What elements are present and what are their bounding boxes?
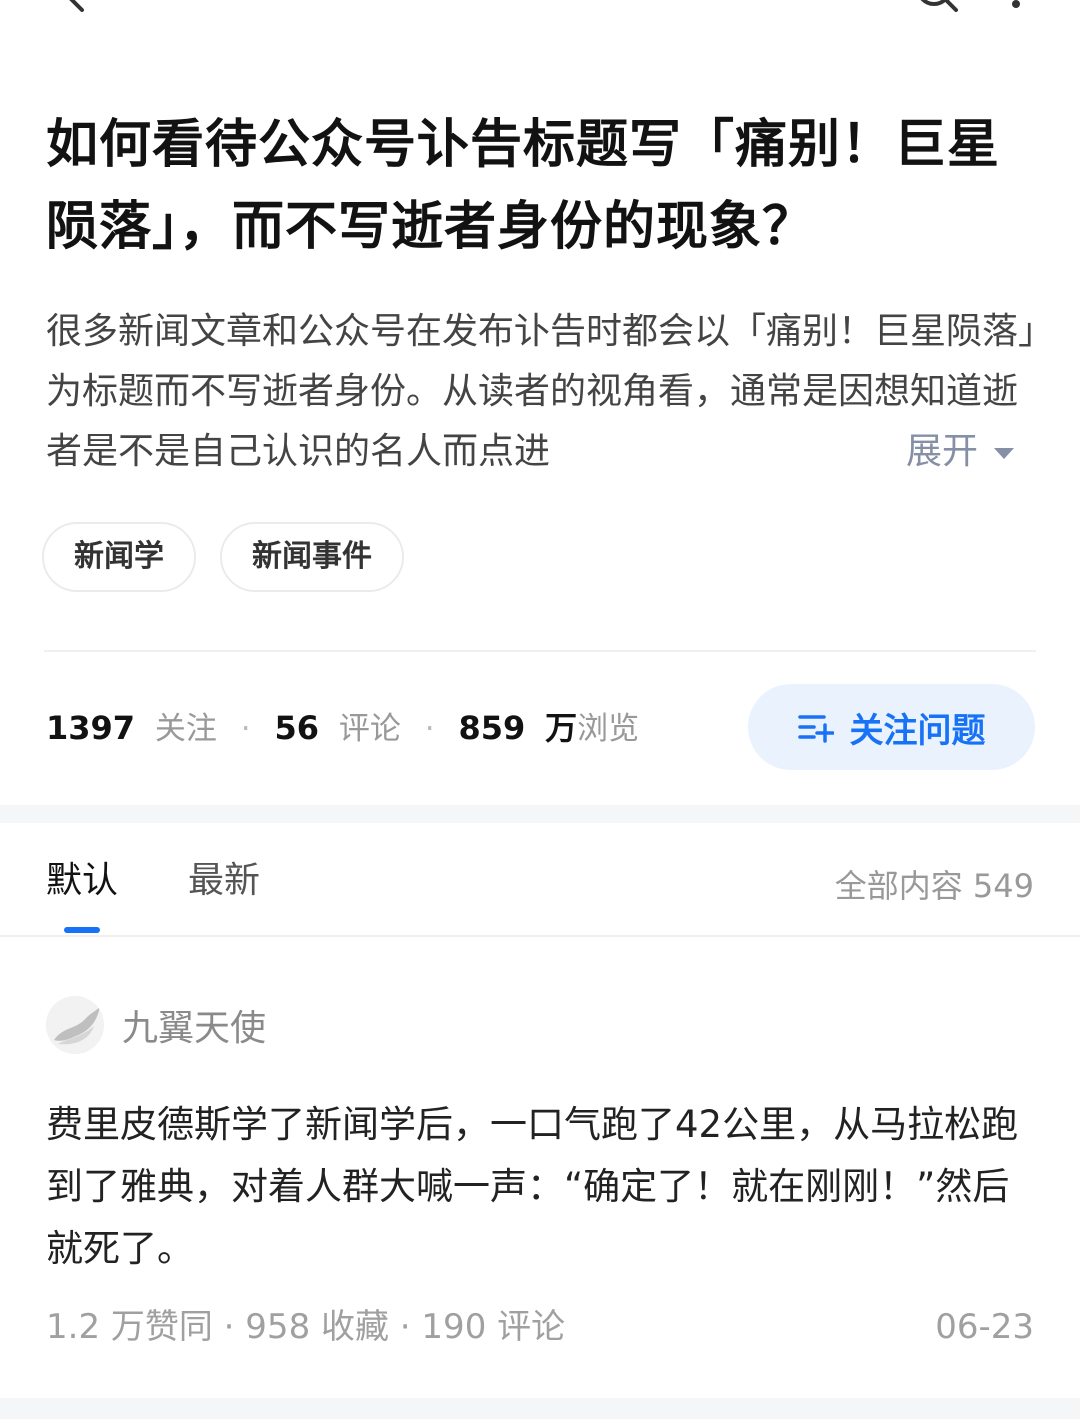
add-list-icon: [797, 715, 834, 743]
comments-label[interactable]: 评论: [339, 711, 401, 747]
tag-news-events[interactable]: 新闻事件: [220, 522, 404, 592]
answer-meta: 1.2 万赞同 · 958 收藏 · 190 评论: [46, 1307, 566, 1347]
section-separator: [0, 1398, 1080, 1419]
views-count: 859: [458, 709, 526, 747]
topic-tags: 新闻学 新闻事件: [42, 522, 404, 592]
search-icon[interactable]: [912, 0, 962, 14]
caret-down-icon: [994, 447, 1015, 459]
answer-sort-tabs: 默认 最新 全部内容 549: [0, 823, 1080, 937]
top-bar: [0, 0, 1080, 40]
separator-dot: ·: [240, 711, 251, 747]
comments-count: 56: [274, 709, 320, 747]
divider: [44, 650, 1036, 652]
answer-date: 06-23: [935, 1307, 1034, 1347]
expand-button[interactable]: 展开: [906, 422, 1015, 482]
tab-latest[interactable]: 最新: [188, 859, 260, 903]
expand-label: 展开: [906, 431, 979, 472]
back-arrow-icon[interactable]: [56, 0, 92, 14]
section-separator: [0, 805, 1080, 823]
follow-question-button[interactable]: 关注问题: [748, 684, 1035, 770]
separator-dot: ·: [424, 711, 435, 747]
question-stats: 1397 关注 · 56 评论 · 859 万浏览: [46, 700, 639, 756]
views-unit: 万: [545, 709, 578, 747]
active-tab-indicator: [64, 927, 100, 933]
author-name[interactable]: 九翼天使: [122, 999, 266, 1051]
views-label: 浏览: [577, 711, 640, 747]
wing-avatar-icon: [46, 996, 104, 1054]
answer-author[interactable]: 九翼天使: [46, 996, 266, 1054]
tag-journalism[interactable]: 新闻学: [42, 522, 196, 592]
followers-count: 1397: [46, 709, 136, 747]
more-icon[interactable]: [1006, 0, 1026, 10]
total-content-count[interactable]: 全部内容 549: [835, 861, 1034, 907]
tab-default[interactable]: 默认: [46, 859, 118, 903]
description-fade: [760, 422, 900, 482]
avatar[interactable]: [46, 996, 104, 1054]
follow-question-label: 关注问题: [849, 710, 986, 751]
answer-content[interactable]: 费里皮德斯学了新闻学后，一口气跑了42公里，从马拉松跑到了雅典，对着人群大喊一声…: [46, 1094, 1036, 1280]
question-title: 如何看待公众号讣告标题写「痛别！巨星陨落」，而不写逝者身份的现象？: [46, 115, 1001, 257]
followers-label: 关注: [154, 711, 217, 747]
